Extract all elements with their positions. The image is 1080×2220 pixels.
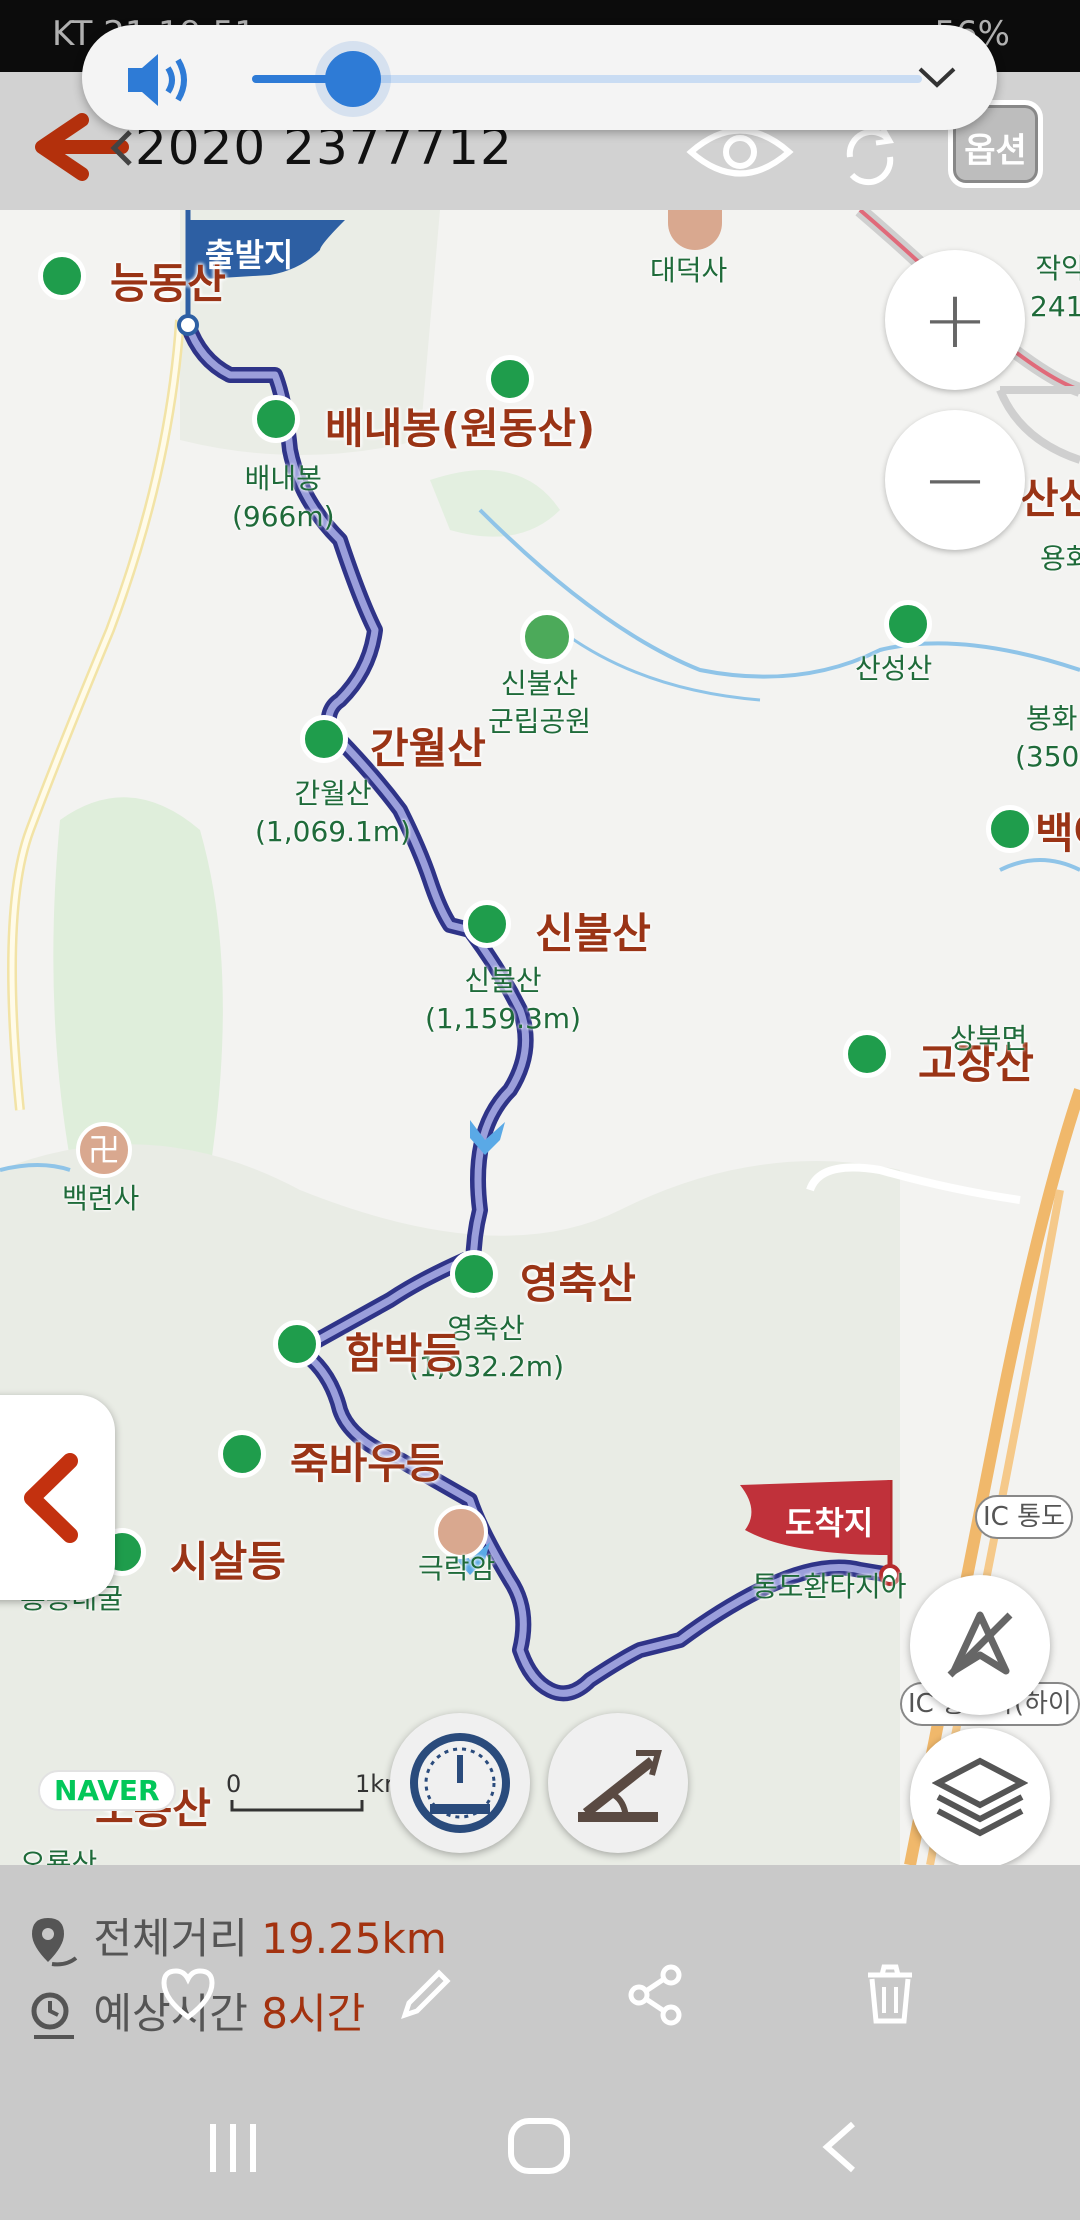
place-label: 오룡산 xyxy=(20,1847,98,1865)
peak-sublabel: 간월산 (1,069.1m) xyxy=(255,777,411,848)
naver-logo: NAVER xyxy=(38,1770,176,1811)
peak-label: 함박등 xyxy=(345,1329,461,1378)
edit-icon[interactable] xyxy=(395,1965,455,2025)
peak-marker[interactable] xyxy=(38,252,86,300)
scale-zero: 0 xyxy=(226,1770,242,1798)
zoom-out-button[interactable]: − xyxy=(885,410,1025,550)
peak-marker[interactable] xyxy=(252,395,300,443)
location-off-icon xyxy=(947,1611,1013,1678)
chevron-down-icon[interactable] xyxy=(912,57,962,97)
speedometer-button[interactable] xyxy=(390,1713,530,1853)
peak-sublabel: 신불산 (1,159.3m) xyxy=(425,964,581,1035)
peak-label: 신불산 xyxy=(535,909,651,958)
time-value: 8시간 xyxy=(261,1989,366,2038)
trash-icon[interactable] xyxy=(862,1963,918,2027)
peak-label: 영축산 xyxy=(520,1259,636,1308)
speedometer-icon xyxy=(410,1733,510,1833)
start-flag-label: 출발지 xyxy=(205,236,294,274)
place-label: 극락암 xyxy=(418,1552,496,1585)
peak-label: 간월산 xyxy=(370,724,486,773)
peak-marker[interactable] xyxy=(450,1250,498,1298)
back-icon[interactable] xyxy=(815,2118,865,2176)
minus-icon: − xyxy=(921,433,989,526)
home-icon[interactable] xyxy=(505,2115,575,2177)
volume-slider[interactable] xyxy=(252,51,922,107)
location-off-button[interactable] xyxy=(910,1575,1050,1715)
peak-label: 죽바우등 xyxy=(290,1439,445,1488)
place-label: 백련사 xyxy=(62,1182,140,1215)
volume-thumb[interactable] xyxy=(324,51,381,107)
park-icon[interactable] xyxy=(520,610,574,664)
peak-sublabel: 배내봉 (966m) xyxy=(232,462,335,533)
peak-marker[interactable] xyxy=(218,1430,266,1478)
zoom-in-button[interactable]: + xyxy=(885,250,1025,390)
peak-marker[interactable] xyxy=(884,600,932,648)
slope-icon xyxy=(578,1750,662,1822)
place-label: 통도환타지아 xyxy=(752,1570,907,1603)
place-label: 신불산 군립공원 xyxy=(488,667,592,738)
place-label: 산산 xyxy=(1020,474,1080,523)
layers-button[interactable] xyxy=(910,1728,1050,1865)
peak-marker[interactable] xyxy=(463,900,511,948)
distance-label: 전체거리 xyxy=(93,1914,248,1963)
speaker-icon[interactable] xyxy=(124,50,194,110)
share-icon[interactable] xyxy=(625,1963,685,2027)
distance-row: 전체거리 19.25km xyxy=(30,1905,447,1970)
place-label: 작약 241. xyxy=(1030,252,1080,323)
elevation-button[interactable] xyxy=(548,1713,688,1853)
map-view[interactable]: 卍 능동산 배내봉(원동산) 배내봉 (966m) 간월산 간월산 (1,069… xyxy=(0,210,1080,1865)
place-label: 봉화 (350. xyxy=(1015,702,1080,773)
layers-icon xyxy=(932,1757,1028,1837)
place-label: 상북면 xyxy=(950,1022,1028,1055)
place-label: 백야 xyxy=(1035,809,1080,858)
peak-marker[interactable] xyxy=(843,1030,891,1078)
place-label: 산성산 xyxy=(855,652,933,685)
place-label: 대덕사 xyxy=(650,254,728,287)
temple-icon[interactable]: 卍 xyxy=(76,1122,132,1178)
chevron-left-icon xyxy=(24,1453,78,1543)
end-flag-label: 도착지 xyxy=(785,1504,874,1542)
peak-marker[interactable] xyxy=(273,1320,321,1368)
time-pin-icon xyxy=(31,1992,74,2039)
panel-toggle-button[interactable] xyxy=(0,1395,115,1600)
heart-icon[interactable] xyxy=(158,1965,218,2025)
recent-apps-icon[interactable] xyxy=(205,2120,265,2176)
place-label: 용화 xyxy=(1040,542,1080,575)
options-label: 옵션 xyxy=(964,131,1027,171)
distance-value: 19.25km xyxy=(261,1914,447,1963)
peak-marker[interactable] xyxy=(986,805,1034,853)
route-pin-icon xyxy=(32,1917,78,1966)
system-nav-bar xyxy=(0,2070,1080,2220)
peak-label: 시살등 xyxy=(170,1537,286,1586)
volume-panel xyxy=(82,25,997,130)
ic-badge[interactable]: IC 통도 xyxy=(975,1495,1073,1539)
peak-label: 배내봉(원동산) xyxy=(325,404,596,453)
plus-icon: + xyxy=(921,273,989,366)
ic-label: 통도 xyxy=(1017,1502,1065,1532)
peak-marker[interactable] xyxy=(300,715,348,763)
